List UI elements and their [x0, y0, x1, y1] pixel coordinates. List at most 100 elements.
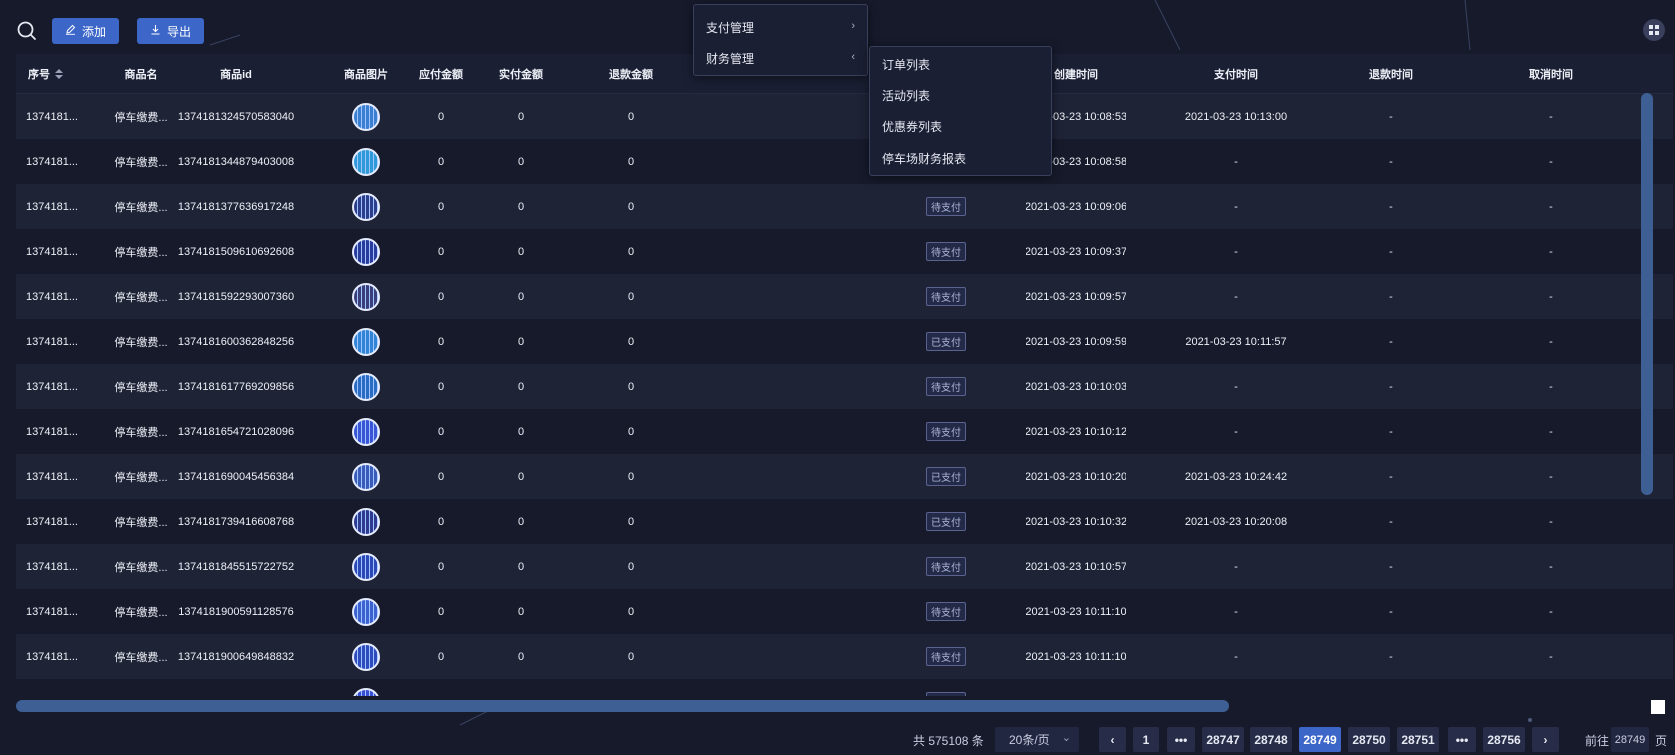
cell-refund-time: - [1389, 650, 1393, 663]
cell-amount-paid: 0 [517, 335, 525, 348]
table-row[interactable]: 1374181... 停车缴费... 1374181845515722752 0 0 0 待… [16, 544, 1673, 589]
page-button-active[interactable]: 28749 [1299, 727, 1341, 752]
cell-refund-time: - [1389, 425, 1393, 438]
submenu-item-parking-finance-report[interactable]: 停车场财务报表 [870, 143, 1051, 173]
cell-pay-time: - [1234, 290, 1238, 303]
cell-refund-time: - [1389, 155, 1393, 168]
column-header-seq[interactable]: 序号 [16, 54, 91, 94]
cell-amount-due: 0 [437, 515, 445, 528]
horizontal-scrollbar[interactable] [16, 700, 1229, 712]
goto-page-input[interactable]: 28749 [1611, 727, 1649, 752]
cell-cancel-time: - [1549, 380, 1553, 393]
export-button[interactable]: 导出 [137, 18, 204, 44]
cell-amount-paid: 0 [517, 290, 525, 303]
page-button[interactable]: 1 [1133, 727, 1159, 752]
product-thumbnail-image[interactable] [352, 462, 380, 491]
grid-menu-icon[interactable] [1643, 19, 1665, 41]
finance-submenu: 订单列表 活动列表 优惠券列表 停车场财务报表 [869, 46, 1052, 176]
cell-created-time: 2021-03-23 10:10:32 [1026, 515, 1126, 528]
page-button[interactable]: 28750 [1348, 727, 1390, 752]
table-row[interactable]: 1374181... 停车缴费... 1374181617769209856 0 0 0 待… [16, 364, 1673, 409]
scroll-corner [1651, 700, 1665, 714]
cell-product-image [326, 184, 406, 229]
table-row[interactable]: 1374181... 停车缴费... 1374181377636917248 0 0 0 待… [16, 184, 1673, 229]
cell-seq: 1374181... [26, 425, 78, 438]
product-thumbnail-image[interactable] [352, 237, 380, 266]
table-row[interactable]: 1374181... 停车缴费... 1374181690045456384 0 0 0 已… [16, 454, 1673, 499]
product-thumbnail-image[interactable] [352, 372, 380, 401]
page-button[interactable]: 28751 [1397, 727, 1439, 752]
submenu-item-order-list[interactable]: 订单列表 [870, 49, 1051, 79]
sort-icon[interactable] [55, 69, 63, 79]
cell-refund-time: - [1389, 470, 1393, 483]
cell-amount-paid: 0 [481, 679, 561, 697]
cell-product-image [326, 274, 406, 319]
add-button[interactable]: 添加 [52, 18, 119, 44]
cell-cancel-time: - [1549, 605, 1553, 618]
product-thumbnail-image[interactable] [352, 417, 380, 446]
page-ellipsis-prev[interactable]: ••• [1167, 727, 1195, 752]
page-button[interactable]: 28756 [1483, 727, 1525, 752]
product-thumbnail-image[interactable] [352, 552, 380, 581]
submenu-item-activity-list[interactable]: 活动列表 [870, 80, 1051, 110]
cell-pay-time: 2021-03-23 10:24:42 [1184, 470, 1288, 483]
page-button[interactable]: 28748 [1250, 727, 1292, 752]
status-badge: 已支付 [926, 467, 966, 486]
table-row[interactable]: 1374181...停车缴费...1374181952474669056000待… [16, 679, 1673, 696]
page-button[interactable]: 28747 [1202, 727, 1244, 752]
page-size-select[interactable]: 20条/页 ⌄ [995, 727, 1079, 752]
table-row[interactable]: 1374181... 停车缴费... 1374181600362848256 0 0 0 已… [16, 319, 1673, 364]
cell-amount-due: 0 [437, 560, 445, 573]
cell-refund-amount: 0 [627, 200, 635, 213]
cell-status: 待支付 [896, 364, 996, 409]
menu-item-finance-management[interactable]: 财务管理 ‹ [694, 43, 867, 73]
cell-amount-due: 0 [437, 155, 445, 168]
cell-seq: 1374181... [26, 380, 78, 393]
table-row[interactable]: 1374181... 停车缴费... 1374181592293007360 0 0 0 待… [16, 274, 1673, 319]
status-badge: 待支付 [926, 377, 966, 396]
product-thumbnail-image[interactable] [352, 597, 380, 626]
table-row[interactable]: 1374181... 停车缴费... 1374181739416608768 0 0 0 已… [16, 499, 1673, 544]
product-thumbnail-image[interactable] [352, 192, 380, 221]
table-row[interactable]: 1374181... 停车缴费... 1374181509610692608 0 0 0 待… [16, 229, 1673, 274]
submenu-item-coupon-list[interactable]: 优惠券列表 [870, 111, 1051, 141]
cell-cancel-time: - [1549, 200, 1553, 213]
cell-seq: 1374181... [26, 650, 78, 663]
prev-page-button[interactable]: ‹ [1099, 727, 1126, 752]
cell-refund-time: - [1389, 200, 1393, 213]
table-row[interactable]: 1374181... 停车缴费... 1374181900649848832 0 0 0 待… [16, 634, 1673, 679]
cell-status: 已支付 [896, 499, 996, 544]
page-ellipsis-next[interactable]: ••• [1448, 727, 1476, 752]
product-thumbnail-image[interactable] [352, 327, 380, 356]
product-thumbnail-image[interactable] [352, 282, 380, 311]
next-page-button[interactable]: › [1532, 727, 1559, 752]
product-thumbnail-image[interactable] [352, 507, 380, 536]
product-thumbnail-image[interactable] [352, 147, 380, 176]
cell-pay-time: - [1234, 560, 1238, 573]
search-icon[interactable] [16, 20, 38, 42]
cell-refund-amount: 0 [627, 110, 635, 123]
cell-refund-amount: 0 [627, 245, 635, 258]
cell-amount-due: 0 [401, 679, 481, 697]
table-row[interactable]: 1374181... 停车缴费... 1374181324570583040 0 0 0 2… [16, 94, 1673, 139]
product-thumbnail-image[interactable] [352, 642, 380, 671]
table-row[interactable]: 1374181... 停车缴费... 1374181654721028096 0 0 0 待… [16, 409, 1673, 454]
add-button-label: 添加 [81, 24, 106, 39]
table-row[interactable]: 1374181... 停车缴费... 1374181344879403008 0 0 0 2… [16, 139, 1673, 184]
cell-amount-paid: 0 [517, 560, 525, 573]
menu-item-payment-management[interactable]: 支付管理 › [694, 12, 867, 42]
product-thumbnail-image[interactable] [352, 102, 380, 131]
cell-amount-paid: 0 [517, 515, 525, 528]
cell-cancel-time: - [1549, 425, 1553, 438]
cell-seq: 1374181... [26, 605, 78, 618]
cell-refund-amount: 0 [627, 335, 635, 348]
cell-created-time: 2021-03-23 10:10:20 [1026, 470, 1126, 483]
cell-seq: 1374181... [16, 679, 91, 697]
cell-cancel-time: - [1549, 110, 1553, 123]
status-badge: 待支付 [926, 692, 966, 696]
table-row[interactable]: 1374181... 停车缴费... 1374181900591128576 0 0 0 待… [16, 589, 1673, 634]
product-thumbnail-image[interactable] [352, 687, 380, 696]
cell-amount-paid: 0 [517, 245, 525, 258]
cell-product-id: 1374181377636917248 [177, 200, 295, 213]
vertical-scrollbar[interactable] [1641, 93, 1653, 495]
